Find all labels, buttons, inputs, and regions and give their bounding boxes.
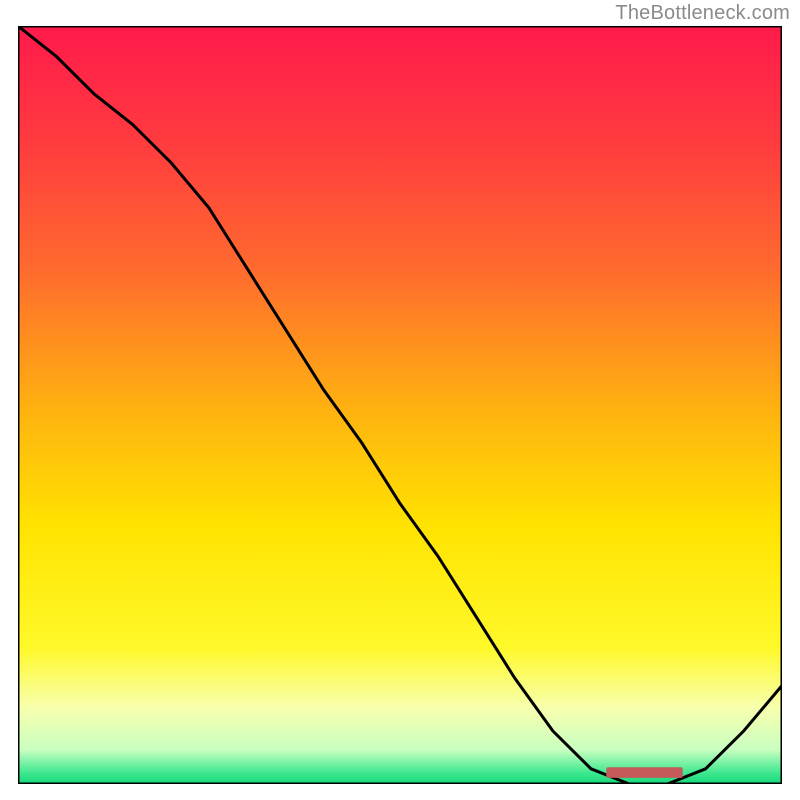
gradient-background	[18, 26, 782, 784]
chart-area	[18, 26, 782, 784]
chart-svg	[18, 26, 782, 784]
minimum-marker	[606, 767, 682, 778]
attribution-text: TheBottleneck.com	[615, 2, 790, 25]
